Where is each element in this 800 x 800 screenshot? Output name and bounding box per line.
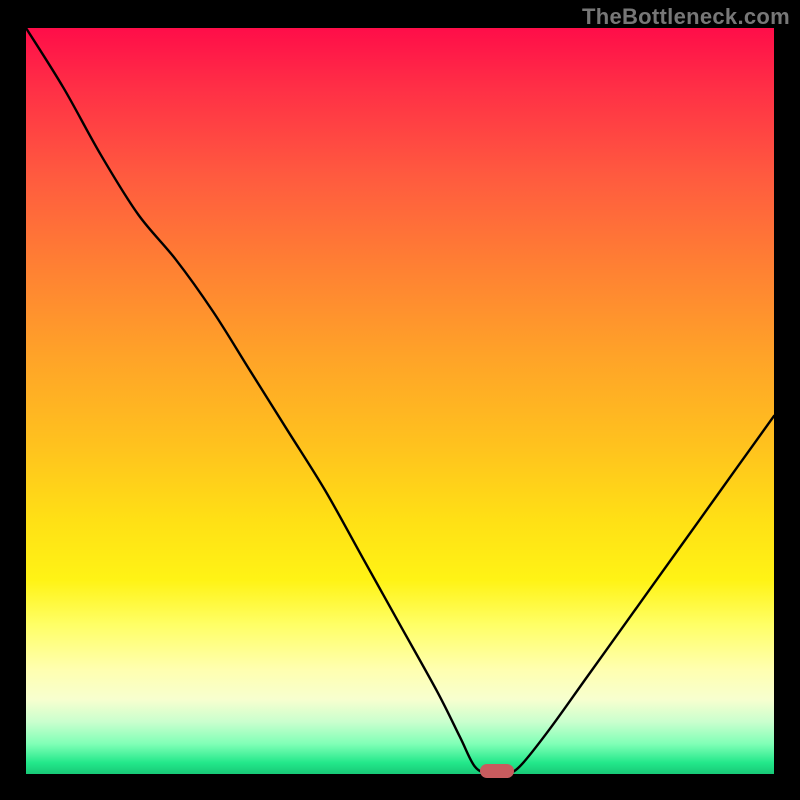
attribution-text: TheBottleneck.com <box>582 4 790 30</box>
curve-path <box>26 28 774 774</box>
bottleneck-curve <box>26 28 774 774</box>
plot-area <box>26 28 774 774</box>
optimal-marker <box>480 764 514 778</box>
chart-frame: TheBottleneck.com <box>0 0 800 800</box>
